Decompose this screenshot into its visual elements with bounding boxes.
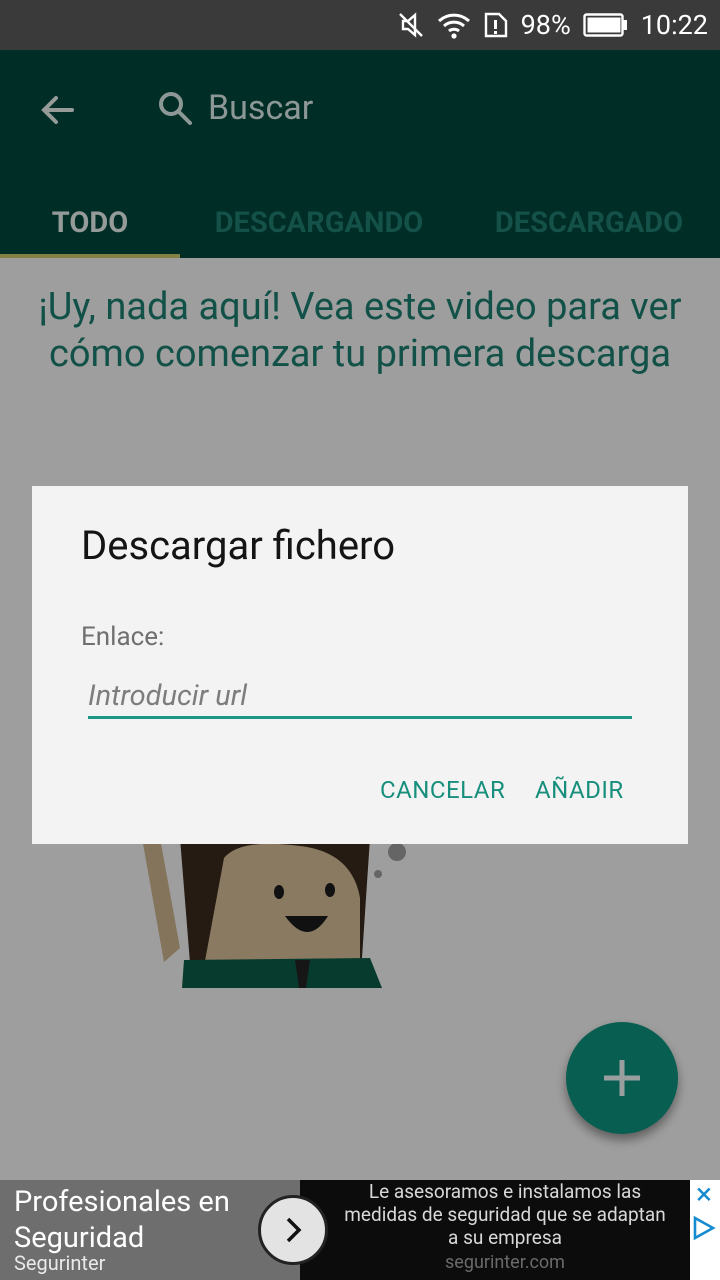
ad-left-panel[interactable]: Profesionales en Seguridad Segurinter [0,1180,300,1280]
chevron-right-icon [286,1217,302,1243]
mute-icon [398,12,423,38]
wifi-icon [437,13,470,39]
add-button[interactable]: AÑADIR [535,776,624,804]
ad-banner[interactable]: Profesionales en Seguridad Segurinter Le… [0,1180,720,1280]
battery-percent: 98% [520,9,571,41]
adchoices-icon[interactable] [690,1214,718,1242]
status-bar: 98% 10:22 [0,0,720,50]
ad-arrow-button[interactable] [258,1195,328,1265]
ad-right-panel[interactable]: Le asesoramos e instalamos las medidas d… [300,1180,690,1280]
url-input[interactable] [88,676,632,719]
download-file-dialog: Descargar fichero Enlace: CANCELAR AÑADI… [32,486,688,844]
ad-brand: Segurinter [14,1251,106,1275]
ad-description: Le asesoramos e instalamos las medidas d… [344,1180,666,1249]
clock: 10:22 [640,9,708,41]
ad-title: Profesionales en Seguridad [14,1185,230,1255]
ad-url: segurinter.com [445,1252,565,1273]
link-label: Enlace: [81,622,165,652]
battery-icon [583,13,627,37]
sim-alert-icon [484,12,507,38]
dialog-title: Descargar fichero [81,522,396,569]
ad-close-icon[interactable]: × [690,1180,718,1210]
cancel-button[interactable]: CANCELAR [380,776,505,804]
